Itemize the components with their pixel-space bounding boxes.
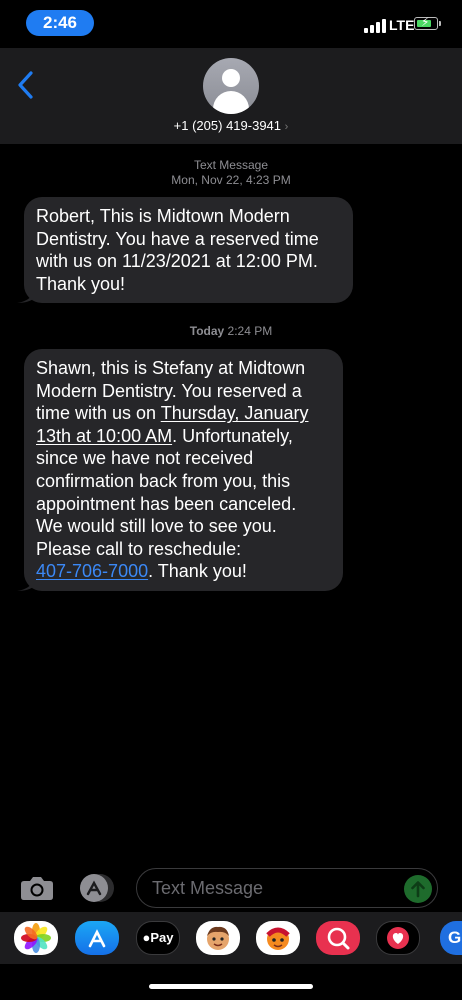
bubble-tail [17, 572, 35, 591]
message-line: since we have not received [36, 448, 254, 469]
date-link[interactable]: Thursday, January [161, 403, 309, 423]
message-text: . Unfortunately, [172, 425, 293, 446]
message-line: Robert, This is Midtown Modern [36, 206, 290, 226]
message-line: Dentistry. You have a reserved time [36, 228, 319, 249]
image-search-icon[interactable] [316, 921, 360, 955]
battery-icon: ⚡ [414, 15, 441, 30]
message-line: 13th at 10:00 AM. Unfortunately, [36, 425, 331, 448]
message-day: Today [189, 324, 225, 338]
message-bubble[interactable]: Robert, This is Midtown Modern Dentistry… [17, 197, 353, 304]
status-bar: 2:46 LTE ⚡ [0, 0, 462, 48]
contact-avatar[interactable] [203, 58, 259, 114]
google-icon[interactable]: G [440, 921, 462, 955]
signal-icon [364, 19, 386, 33]
home-indicator[interactable] [149, 984, 313, 989]
contact-number: +1 (205) 419-3941 [173, 118, 282, 133]
app-store-icon[interactable] [78, 872, 116, 904]
apple-pay-label: Pay [150, 930, 174, 945]
message-timestamp: Today 2:24 PM [0, 324, 462, 339]
message-line: 407-706-7000. Thank you! [36, 560, 331, 583]
message-bubble[interactable]: Shawn, this is Stefany at Midtown Modern… [17, 349, 343, 591]
contact-name[interactable]: +1 (205) 419-3941 › [0, 118, 462, 133]
message-time: 2:24 PM [227, 324, 273, 338]
message-text: time with us on [36, 403, 161, 424]
memoji-icon[interactable] [196, 921, 240, 955]
photos-icon[interactable] [14, 921, 58, 955]
app-drawer: ●Pay G [0, 912, 462, 964]
message-line: confirmation back from you, this [36, 470, 291, 491]
chevron-right-icon: › [284, 121, 289, 133]
google-label: G [448, 928, 462, 947]
animoji-icon[interactable] [256, 921, 300, 955]
conversation-header: +1 (205) 419-3941 › [0, 48, 462, 144]
send-button[interactable] [404, 875, 432, 903]
message-line: Thank you! [36, 273, 126, 294]
arrow-up-icon [411, 881, 425, 898]
message-composer [0, 866, 462, 910]
camera-icon[interactable] [20, 875, 54, 901]
message-timestamp: Text Message Mon, Nov 22, 4:23 PM [0, 158, 462, 188]
message-line: Modern Dentistry. You reserved a [36, 380, 302, 401]
message-line: time with us on Thursday, January [36, 402, 331, 425]
message-line: Please call to reschedule: [36, 538, 242, 559]
status-time[interactable]: 2:46 [26, 10, 94, 36]
message-date: Mon, Nov 22, 4:23 PM [171, 173, 291, 187]
message-type-label: Text Message [193, 158, 269, 172]
network-type: LTE [389, 17, 415, 33]
digital-touch-icon[interactable] [376, 921, 420, 955]
phone-link[interactable]: 407-706-7000 [36, 561, 148, 581]
message-line: We would still love to see you. [36, 516, 277, 537]
bubble-tail [17, 285, 35, 304]
message-input[interactable] [136, 868, 438, 908]
back-chevron-icon[interactable] [16, 70, 38, 100]
app-store-icon[interactable] [75, 921, 119, 955]
message-text: . Thank you! [148, 561, 247, 582]
apple-pay-icon[interactable]: ●Pay [136, 921, 180, 955]
message-line: Shawn, this is Stefany at Midtown [36, 358, 306, 378]
date-link[interactable]: 13th at 10:00 AM [36, 426, 172, 446]
message-line: with us on 11/23/2021 at 12:00 PM. [36, 251, 318, 272]
message-line: appointment has been canceled. [36, 493, 297, 514]
